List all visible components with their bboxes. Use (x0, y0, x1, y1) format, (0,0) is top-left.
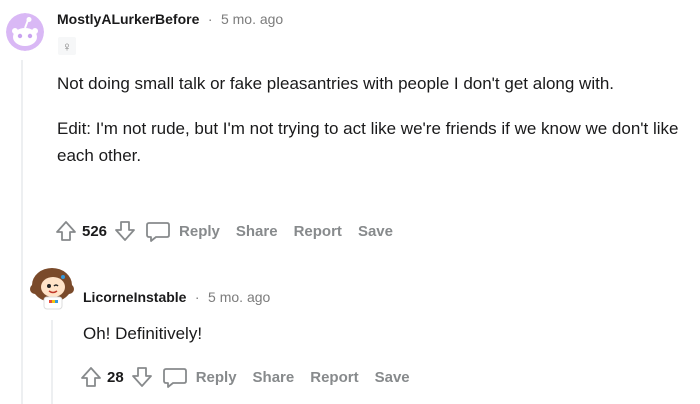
save-button[interactable]: Save (358, 223, 393, 240)
downvote-arrow-icon[interactable] (113, 219, 137, 243)
comment-actions: 28 Reply Share Report Save (79, 362, 410, 392)
comment-actions: 526 Reply Share Report Save (54, 216, 393, 246)
meta-separator: · (207, 11, 213, 27)
speech-bubble-icon (145, 219, 171, 243)
report-button[interactable]: Report (294, 223, 342, 240)
avatar[interactable] (6, 13, 44, 51)
reply-button[interactable]: Reply (145, 219, 220, 243)
vote-count: 28 (107, 368, 124, 386)
comment-paragraph: Oh! Definitively! (83, 324, 203, 343)
thread-line-reply[interactable] (51, 320, 53, 404)
comment-header: LicorneInstable · 5 mo. ago (83, 289, 270, 307)
snoo-avatar-icon (6, 13, 44, 51)
save-button[interactable]: Save (375, 369, 410, 386)
meta-separator: · (194, 289, 200, 305)
reply-label: Reply (179, 222, 220, 240)
female-symbol-icon: ♀ (62, 38, 72, 54)
speech-bubble-icon (162, 365, 188, 389)
downvote-arrow-icon[interactable] (130, 365, 154, 389)
comment-timestamp[interactable]: 5 mo. ago (208, 289, 270, 305)
upvote-arrow-icon[interactable] (79, 365, 103, 389)
thread-line-main[interactable] (21, 60, 23, 404)
comment-header: MostlyALurkerBefore · 5 mo. ago (57, 11, 283, 29)
comment-body: Oh! Definitively! (83, 320, 683, 347)
comment-body: Not doing small talk or fake pleasantrie… (57, 70, 687, 169)
avatar-character-icon (30, 268, 74, 310)
upvote-arrow-icon[interactable] (54, 219, 78, 243)
author-name[interactable]: LicorneInstable (83, 289, 186, 305)
vote-count: 526 (82, 222, 108, 240)
comment-timestamp[interactable]: 5 mo. ago (221, 11, 283, 27)
share-button[interactable]: Share (236, 223, 278, 240)
report-button[interactable]: Report (310, 369, 358, 386)
share-button[interactable]: Share (253, 369, 295, 386)
comment-paragraph: Not doing small talk or fake pleasantrie… (57, 74, 615, 93)
user-flair: ♀ (58, 37, 76, 55)
author-name[interactable]: MostlyALurkerBefore (57, 11, 199, 27)
reply-label: Reply (195, 368, 237, 386)
avatar[interactable] (29, 265, 75, 311)
reply-button[interactable]: Reply (162, 365, 237, 389)
comment-paragraph: Edit: I'm not rude, but I'm not trying t… (57, 119, 679, 165)
